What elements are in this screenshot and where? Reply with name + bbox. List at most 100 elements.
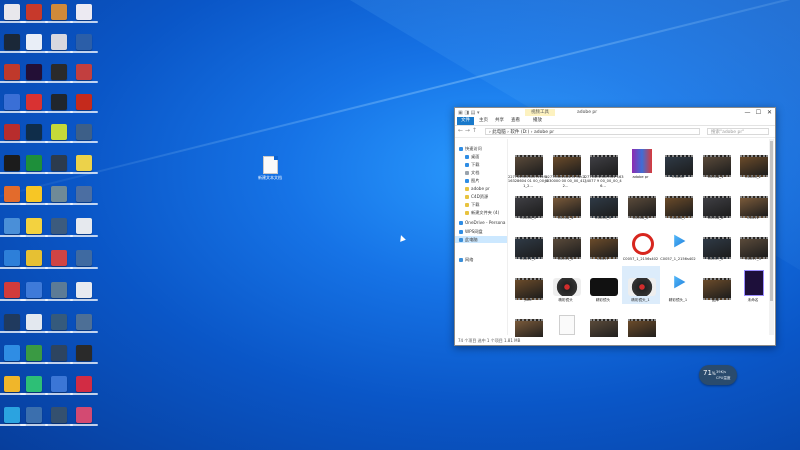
nav-item[interactable]: OneDrive - Persona bbox=[459, 219, 506, 226]
desktop-shortcut-icon[interactable] bbox=[0, 376, 26, 406]
desktop-shortcut-icon[interactable] bbox=[20, 250, 48, 280]
network-monitor-widget[interactable]: 71% 39K/s CPU温度 bbox=[699, 365, 737, 385]
scrollbar-thumb[interactable] bbox=[770, 141, 773, 301]
file-item[interactable]: 精彩镜头 bbox=[584, 266, 622, 304]
file-item[interactable]: C0057_3 bbox=[734, 225, 772, 263]
file-item[interactable]: C0057 bbox=[584, 225, 622, 263]
desktop-shortcut-icon[interactable] bbox=[45, 345, 73, 375]
desktop-shortcut-icon[interactable] bbox=[20, 124, 48, 154]
desktop-shortcut-icon[interactable] bbox=[0, 250, 26, 280]
desktop-shortcut-icon[interactable] bbox=[45, 124, 73, 154]
file-item[interactable]: C0051_1 bbox=[509, 225, 547, 263]
file-item[interactable]: adobe pr bbox=[622, 143, 660, 181]
address-bar[interactable]: › 此电脑 › 软件 (D:) › adobe pr bbox=[485, 128, 700, 135]
file-item[interactable]: 2277049e04005cec9c 16328604 01 00_00_41_… bbox=[508, 143, 548, 188]
file-item[interactable]: Jttle bbox=[509, 266, 547, 304]
file-item[interactable]: C0057_1_2156s402 bbox=[659, 225, 697, 263]
nav-item[interactable]: 桌面 bbox=[465, 153, 479, 160]
desktop-shortcut-icon[interactable] bbox=[70, 64, 98, 94]
desktop-shortcut-icon[interactable] bbox=[20, 376, 48, 406]
maximize-button[interactable]: ☐ bbox=[753, 108, 764, 117]
file-item[interactable]: C0008_2 bbox=[734, 143, 772, 181]
desktop-shortcut-icon[interactable] bbox=[0, 186, 26, 216]
nav-item[interactable]: 快速访问 bbox=[459, 145, 482, 152]
desktop-shortcut-icon[interactable] bbox=[45, 314, 73, 344]
nav-item[interactable]: 此电脑 bbox=[455, 236, 507, 243]
file-item[interactable]: C0008_8 bbox=[697, 184, 735, 222]
desktop-shortcut-icon[interactable] bbox=[20, 4, 48, 34]
desktop-shortcut-icon[interactable] bbox=[20, 314, 48, 344]
desktop-shortcut-icon[interactable] bbox=[20, 94, 48, 124]
desktop-shortcut-icon[interactable] bbox=[20, 345, 48, 375]
nav-item[interactable]: 文档 bbox=[465, 169, 479, 176]
desktop-shortcut-icon[interactable] bbox=[20, 407, 48, 437]
desktop-shortcut-icon[interactable] bbox=[0, 282, 26, 312]
desktop-shortcut-icon[interactable] bbox=[45, 64, 73, 94]
desktop-shortcut-icon[interactable] bbox=[20, 186, 48, 216]
desktop-shortcut-icon[interactable] bbox=[70, 186, 98, 216]
desktop-shortcut-icon[interactable] bbox=[45, 155, 73, 185]
file-item[interactable]: C0051 bbox=[734, 184, 772, 222]
desktop-shortcut-icon[interactable] bbox=[70, 4, 98, 34]
nav-item[interactable]: WPS网盘 bbox=[459, 228, 483, 235]
file-item[interactable]: C0008_4 bbox=[547, 184, 585, 222]
tab-view[interactable]: 查看 bbox=[507, 117, 524, 125]
desktop-shortcut-icon[interactable] bbox=[70, 155, 98, 185]
desktop-shortcut-icon[interactable] bbox=[70, 218, 98, 248]
file-item[interactable]: 精彩镜头 bbox=[547, 266, 585, 304]
file-item[interactable]: 图库 bbox=[697, 266, 735, 304]
file-item[interactable]: C0051_2 bbox=[547, 225, 585, 263]
nav-item[interactable]: 图片 bbox=[465, 177, 479, 184]
desktop-shortcut-icon[interactable] bbox=[20, 218, 48, 248]
nav-arrows-icon[interactable]: ← → ↑ bbox=[458, 127, 477, 134]
file-item[interactable]: C0008_3 bbox=[509, 184, 547, 222]
desktop-shortcut-icon[interactable] bbox=[70, 314, 98, 344]
quick-access-toolbar[interactable]: ▣ ◨ ▤ ▾ bbox=[458, 110, 479, 116]
desktop-shortcut-icon[interactable] bbox=[70, 282, 98, 312]
desktop-shortcut-icon[interactable] bbox=[70, 407, 98, 437]
tab-file[interactable]: 文件 bbox=[457, 117, 474, 125]
desktop-shortcut-icon[interactable] bbox=[45, 250, 73, 280]
file-item[interactable]: 未命名 bbox=[734, 266, 772, 304]
desktop-shortcut-icon[interactable] bbox=[0, 4, 26, 34]
file-item[interactable]: 精彩镜头_1 bbox=[621, 266, 660, 304]
desktop-shortcut-icon[interactable] bbox=[45, 4, 73, 34]
desktop-shortcut-icon[interactable] bbox=[45, 34, 73, 64]
nav-item[interactable]: 新建文件夹 (4) bbox=[465, 209, 499, 216]
desktop-shortcut-icon[interactable] bbox=[0, 34, 26, 64]
desktop-shortcut-icon[interactable] bbox=[0, 314, 26, 344]
nav-item[interactable]: 网络 bbox=[459, 256, 473, 263]
tab-play[interactable]: 播放 bbox=[529, 117, 546, 125]
file-item[interactable]: C0008 bbox=[659, 143, 697, 181]
desktop-shortcut-icon[interactable] bbox=[0, 218, 26, 248]
tab-share[interactable]: 共享 bbox=[491, 117, 508, 125]
vertical-scrollbar[interactable] bbox=[769, 139, 774, 335]
file-item[interactable]: C0008_1 bbox=[697, 143, 735, 181]
desktop-shortcut-icon[interactable] bbox=[45, 94, 73, 124]
desktop-shortcut-icon[interactable] bbox=[0, 155, 26, 185]
desktop-shortcut-icon[interactable] bbox=[20, 34, 48, 64]
desktop-shortcut-icon[interactable] bbox=[45, 407, 73, 437]
nav-item[interactable]: 下载 bbox=[465, 161, 479, 168]
tab-home[interactable]: 主页 bbox=[475, 117, 492, 125]
desktop-shortcut-icon[interactable] bbox=[70, 94, 98, 124]
file-item[interactable]: 精彩镜头_1 bbox=[659, 266, 697, 304]
title-bar[interactable]: ▣ ◨ ▤ ▾ 视频工具 adobe pr — ☐ ✕ bbox=[455, 108, 775, 117]
file-item[interactable]: C0008_5 bbox=[584, 184, 622, 222]
file-explorer-window[interactable]: ▣ ◨ ▤ ▾ 视频工具 adobe pr — ☐ ✕ 文件 主页 共享 查看 … bbox=[454, 107, 776, 346]
desktop-shortcut-icon[interactable] bbox=[70, 250, 98, 280]
minimize-button[interactable]: — bbox=[742, 108, 753, 117]
nav-item[interactable]: adobe pr bbox=[465, 185, 490, 192]
file-item[interactable]: C0008_7 bbox=[659, 184, 697, 222]
video-tools-context-tab[interactable]: 视频工具 bbox=[525, 109, 555, 116]
desktop-shortcut-icon[interactable] bbox=[45, 218, 73, 248]
search-input[interactable]: 搜索"adobe pr" bbox=[707, 128, 769, 135]
desktop-shortcut-icon[interactable] bbox=[70, 345, 98, 375]
desktop-file-text-document[interactable]: 新建文本文档 bbox=[258, 156, 282, 188]
desktop-shortcut-icon[interactable] bbox=[70, 124, 98, 154]
desktop-shortcut-icon[interactable] bbox=[0, 345, 26, 375]
desktop-shortcut-icon[interactable] bbox=[20, 282, 48, 312]
desktop-shortcut-icon[interactable] bbox=[0, 124, 26, 154]
desktop-shortcut-icon[interactable] bbox=[0, 94, 26, 124]
desktop-shortcut-icon[interactable] bbox=[20, 64, 48, 94]
